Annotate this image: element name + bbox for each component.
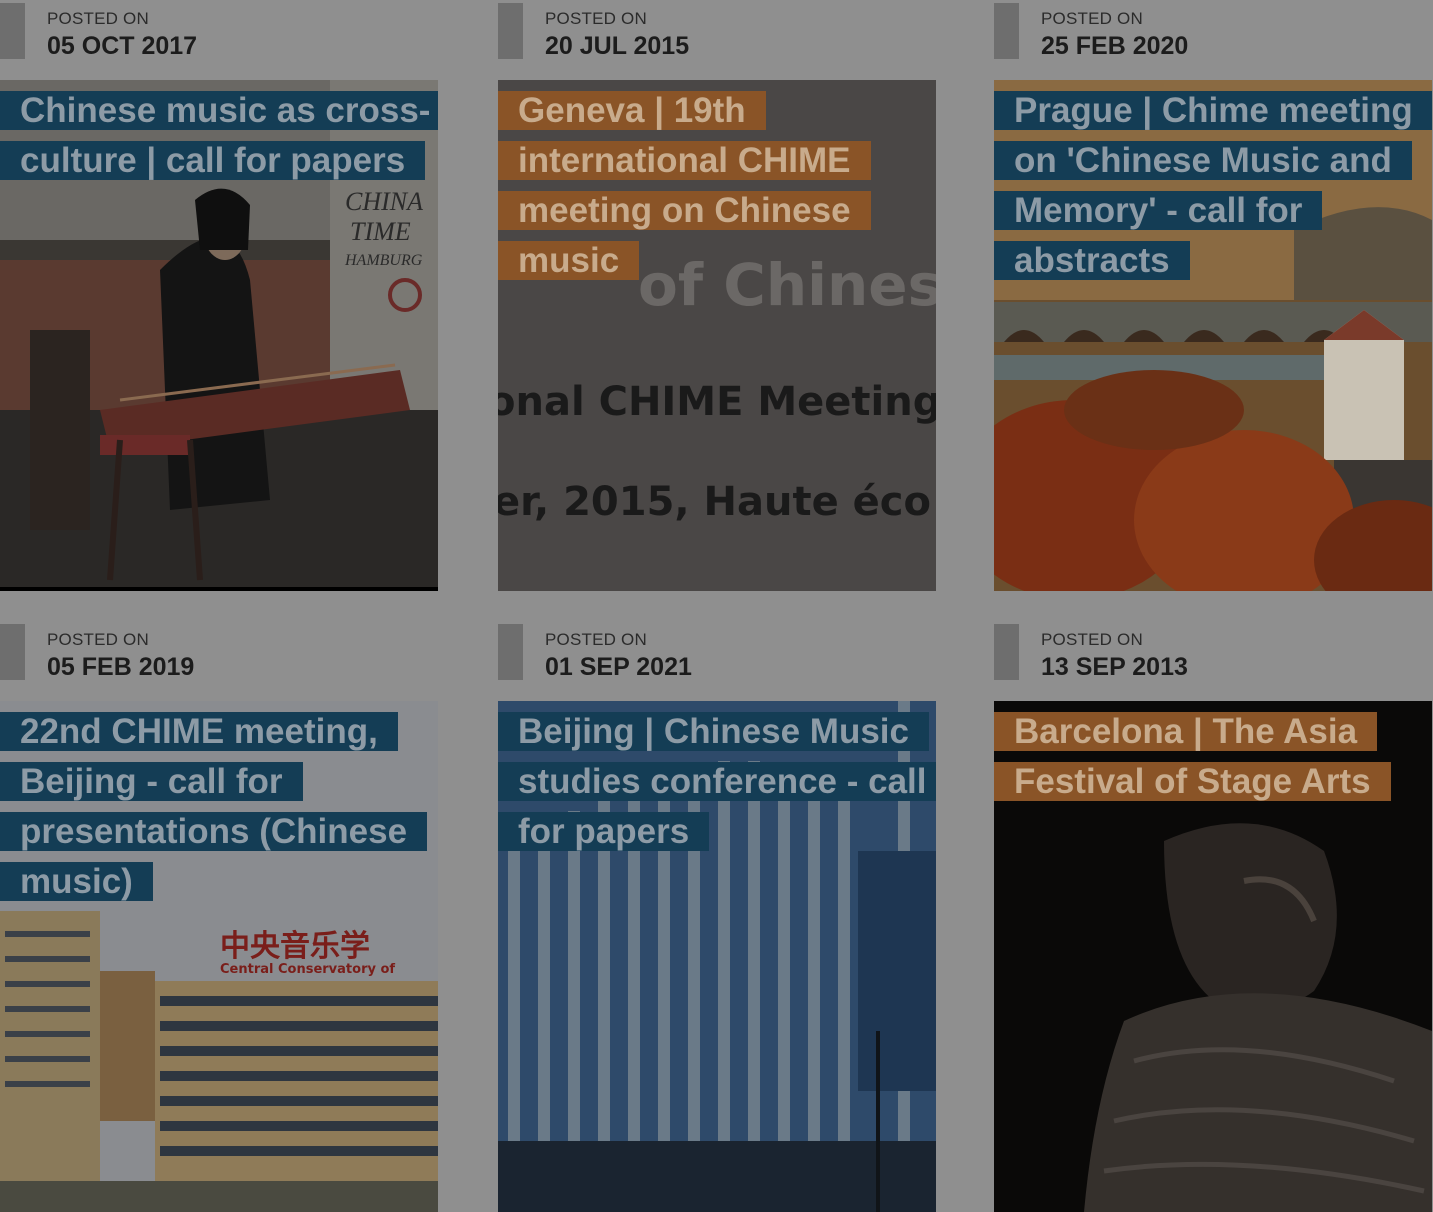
post-thumbnail[interactable]: CHINA TIME HAMBURG Chinese music as cros… [0,80,438,591]
post-title[interactable]: Barcelona | The Asia Festival of Stage A… [994,707,1432,807]
post-card[interactable]: POSTED ON 01 SEP 2021 Beijing | Chinese … [498,621,936,1212]
post-title[interactable]: Prague | Chime meeting on 'Chinese Music… [994,86,1432,286]
date-marker-bar [994,624,1019,680]
posted-on-label: POSTED ON [1041,9,1143,28]
posted-on-label: POSTED ON [545,630,647,649]
building-sign-english: Central Conservatory of [220,962,395,977]
post-thumbnail[interactable]: Barcelona | The Asia Festival of Stage A… [994,701,1432,1212]
post-date: 01 SEP 2021 [545,653,692,681]
building-sign-chinese: 中央音乐学 [220,929,370,964]
post-title[interactable]: Beijing | Chinese Music studies conferen… [498,707,936,857]
date-marker-bar [498,624,523,680]
posted-on-label: POSTED ON [1041,630,1143,649]
post-date: 05 OCT 2017 [47,32,198,60]
svg-text:TIME: TIME [350,217,411,246]
date-marker-bar [0,3,25,59]
post-thumbnail[interactable]: Beijing | Chinese Music studies conferen… [498,701,936,1212]
post-title[interactable]: 22nd CHIME meeting, Beijing - call for p… [0,707,438,907]
post-thumbnail[interactable]: Prague | Chime meeting on 'Chinese Music… [994,80,1432,591]
post-thumbnail[interactable]: 中央音乐学 Central Conservatory of 22nd CHIME… [0,701,438,1212]
posted-on-label: POSTED ON [545,9,647,28]
date-marker-bar [498,3,523,59]
poster-date-text: er, 2015, Haute éco [498,479,931,525]
svg-text:HAMBURG: HAMBURG [344,252,423,269]
image-sign-text: CHINA [345,187,423,216]
post-title[interactable]: Chinese music as cross-culture | call fo… [0,86,438,186]
date-marker-bar [994,3,1019,59]
post-card[interactable]: POSTED ON 13 SEP 2013 Barcelona | The As… [994,621,1432,1212]
post-card[interactable]: POSTED ON 25 FEB 2020 Prague | Chime mee… [994,0,1432,591]
post-card[interactable]: POSTED ON 05 FEB 2019 中央音乐学 Central Cons… [0,621,438,1212]
post-date: 25 FEB 2020 [1041,32,1189,60]
post-date: 13 SEP 2013 [1041,653,1188,681]
post-date: 20 JUL 2015 [545,32,690,60]
post-date: 05 FEB 2019 [47,653,195,681]
post-thumbnail[interactable]: of Chines onal CHIME Meeting er, 2015, H… [498,80,936,591]
date-marker-bar [0,624,25,680]
post-card[interactable]: POSTED ON 05 OCT 2017 CHINA TIME HAMBURG… [0,0,438,591]
posted-on-label: POSTED ON [47,9,149,28]
posted-on-label: POSTED ON [47,630,149,649]
poster-subheading-text: onal CHIME Meeting [498,379,936,425]
post-card[interactable]: POSTED ON 20 JUL 2015 of Chines onal CHI… [498,0,936,591]
post-title[interactable]: Geneva | 19th international CHIME meetin… [498,86,936,286]
